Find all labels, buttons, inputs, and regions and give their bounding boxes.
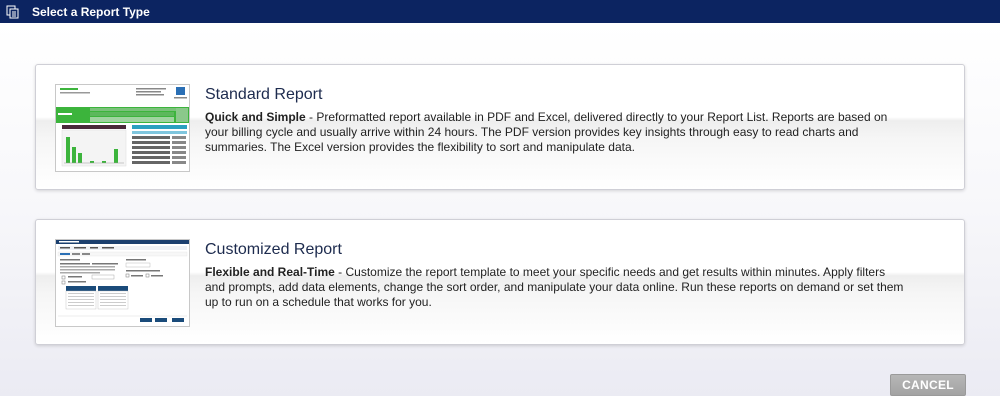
report-pages-icon	[6, 5, 20, 19]
standard-report-preview-image	[55, 84, 190, 172]
standard-report-subtitle: Quick and Simple	[205, 110, 306, 124]
customized-report-option[interactable]: Customized Report Flexible and Real-Time…	[35, 219, 965, 345]
dialog-titlebar: Select a Report Type	[0, 0, 1000, 23]
customized-report-subtitle: Flexible and Real-Time	[205, 265, 335, 279]
customized-report-description: Flexible and Real-Time - Customize the r…	[205, 265, 905, 310]
standard-report-description-text: - Preformatted report available in PDF a…	[205, 110, 888, 154]
dialog-title: Select a Report Type	[32, 4, 150, 19]
customized-report-title: Customized Report	[205, 241, 342, 258]
standard-report-option[interactable]: Standard Report Quick and Simple - Prefo…	[35, 64, 965, 190]
standard-report-description: Quick and Simple - Preformatted report a…	[205, 110, 905, 155]
standard-report-title: Standard Report	[205, 86, 323, 103]
customized-report-preview-image	[55, 239, 190, 327]
cancel-button[interactable]: CANCEL	[890, 374, 966, 396]
